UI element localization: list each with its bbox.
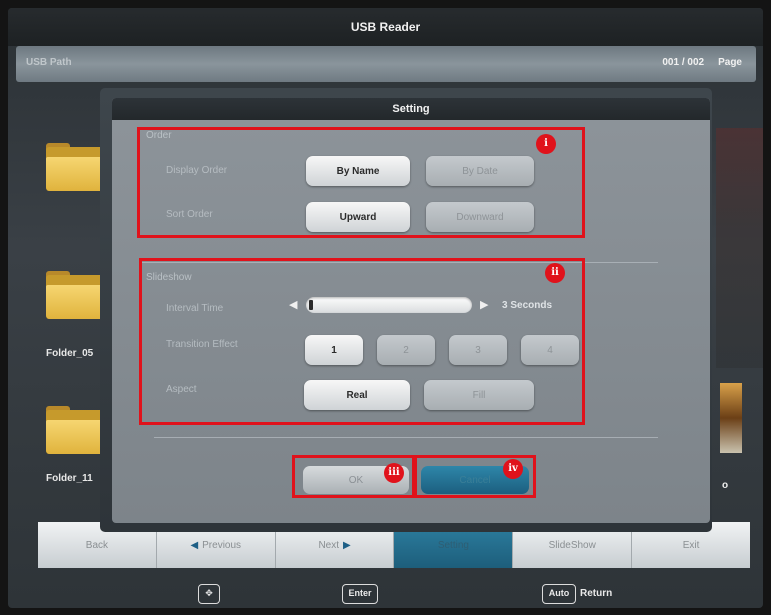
back-label: Back	[85, 539, 109, 551]
next-label: Next	[318, 539, 339, 551]
page-indicator: 001 / 002 Page	[648, 57, 742, 68]
annotation-box-order	[137, 127, 585, 238]
page-number: 001 / 002	[662, 57, 705, 68]
folder-icon[interactable]	[46, 406, 106, 454]
annotation-label-iv: iv	[503, 459, 523, 479]
return-hint: Return	[580, 588, 613, 599]
annotation-label-i: i	[536, 134, 556, 154]
slideshow-label: SlideShow	[548, 539, 596, 551]
arrow-left-icon: ◀	[190, 539, 199, 551]
previous-label: Previous	[202, 539, 242, 551]
folder-icon[interactable]	[46, 271, 106, 319]
folder-label-05[interactable]: Folder_05	[46, 348, 93, 359]
dpad-icon: ✥	[198, 584, 220, 604]
folder-icon[interactable]	[46, 143, 106, 191]
thumbnail-label: o	[722, 480, 729, 491]
thumbnail-strip	[716, 128, 763, 368]
remote-hints: ✥ Enter Auto Return	[8, 578, 763, 608]
section-divider	[154, 437, 658, 438]
setting-label: Setting	[437, 539, 469, 551]
annotation-label-iii: iii	[384, 463, 404, 483]
annotation-box-slideshow	[139, 258, 585, 425]
folder-label-11[interactable]: Folder_11	[46, 473, 93, 484]
dialog-title: Setting	[112, 98, 710, 120]
enter-key-icon: Enter	[342, 584, 378, 604]
auto-key-icon: Auto	[542, 584, 576, 604]
page-label: Page	[718, 57, 742, 68]
arrow-right-icon: ▶	[343, 539, 351, 551]
app-title: USB Reader	[8, 8, 763, 46]
path-bar: USB Path 001 / 002 Page	[16, 46, 756, 82]
image-thumbnail[interactable]	[720, 383, 742, 453]
exit-label: Exit	[682, 539, 700, 551]
annotation-label-ii: ii	[545, 263, 565, 283]
usb-path-label: USB Path	[26, 57, 72, 68]
